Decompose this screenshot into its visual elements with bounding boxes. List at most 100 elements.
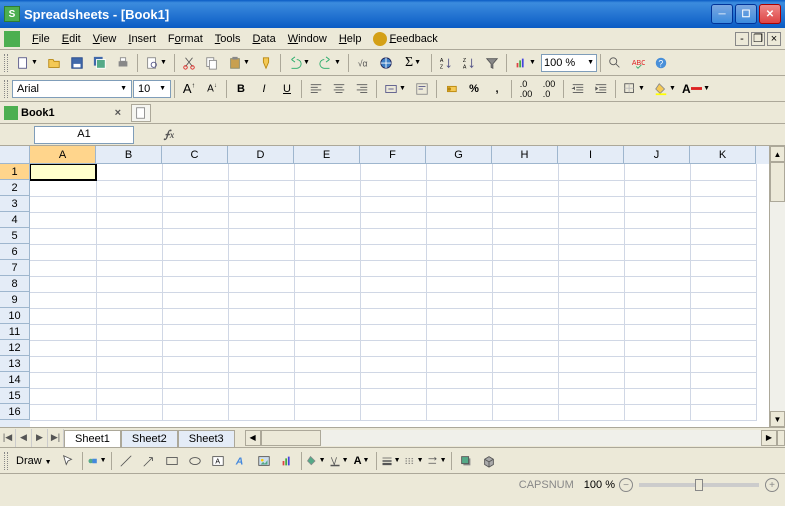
cell[interactable] (162, 212, 228, 228)
cell[interactable] (30, 388, 96, 404)
fx-icon[interactable]: ⨍x (164, 128, 174, 141)
cell[interactable] (558, 324, 624, 340)
cell[interactable] (30, 212, 96, 228)
cell[interactable] (96, 164, 162, 180)
zoom-slider-thumb[interactable] (695, 479, 703, 491)
arrow-button[interactable] (138, 450, 160, 472)
cell[interactable] (30, 340, 96, 356)
cell[interactable] (228, 276, 294, 292)
comma-button[interactable]: , (486, 78, 508, 100)
arrow-style-button[interactable]: ▼ (426, 450, 448, 472)
cell[interactable] (558, 196, 624, 212)
cell[interactable] (96, 340, 162, 356)
cell[interactable] (294, 372, 360, 388)
cell[interactable] (360, 356, 426, 372)
cell[interactable] (228, 244, 294, 260)
cell[interactable] (492, 180, 558, 196)
hscroll-thumb[interactable] (261, 430, 321, 446)
line-button[interactable] (115, 450, 137, 472)
toolbar-handle[interactable] (4, 452, 8, 470)
cell[interactable] (162, 292, 228, 308)
cell[interactable] (558, 388, 624, 404)
cell[interactable] (96, 308, 162, 324)
scroll-split-button[interactable] (777, 430, 785, 446)
cell[interactable] (228, 356, 294, 372)
column-header[interactable]: I (558, 146, 624, 164)
cell[interactable] (294, 308, 360, 324)
new-tab-button[interactable] (131, 104, 151, 122)
cell[interactable] (492, 292, 558, 308)
cell[interactable] (558, 308, 624, 324)
row-header[interactable]: 15 (0, 388, 30, 404)
cell[interactable] (294, 260, 360, 276)
cell[interactable] (228, 324, 294, 340)
cell[interactable] (624, 180, 690, 196)
cell[interactable] (426, 164, 492, 180)
function-button[interactable]: √α (352, 52, 374, 74)
zoom-combo[interactable]: 100 %▼ (541, 54, 597, 72)
cell[interactable] (426, 196, 492, 212)
print-preview-button[interactable]: ▼ (141, 52, 171, 74)
dash-style-button[interactable]: ▼ (403, 450, 425, 472)
line-color-button[interactable]: ▼ (328, 450, 350, 472)
fill-color-button[interactable]: ▼ (650, 78, 680, 100)
cell[interactable] (162, 340, 228, 356)
row-header[interactable]: 6 (0, 244, 30, 260)
row-header[interactable]: 12 (0, 340, 30, 356)
menu-file[interactable]: File (26, 31, 56, 47)
cell[interactable] (228, 308, 294, 324)
cell[interactable] (162, 308, 228, 324)
toolbar-handle[interactable] (4, 54, 8, 72)
cell[interactable] (294, 212, 360, 228)
row-header[interactable]: 9 (0, 292, 30, 308)
close-button[interactable]: ✕ (759, 4, 781, 24)
cell[interactable] (96, 324, 162, 340)
open-button[interactable] (43, 52, 65, 74)
cells-area[interactable] (30, 164, 769, 427)
percent-button[interactable]: % (463, 78, 485, 100)
cell[interactable] (228, 404, 294, 420)
doc-app-icon[interactable] (4, 31, 20, 47)
vscroll-thumb[interactable] (770, 162, 785, 202)
cell[interactable] (690, 244, 756, 260)
toolbar-handle[interactable] (4, 80, 8, 98)
cell[interactable] (558, 356, 624, 372)
cell[interactable] (690, 196, 756, 212)
cell[interactable] (360, 372, 426, 388)
column-header[interactable]: H (492, 146, 558, 164)
cell[interactable] (624, 164, 690, 180)
cell[interactable] (162, 372, 228, 388)
cell[interactable] (624, 212, 690, 228)
align-right-button[interactable] (351, 78, 373, 100)
cell[interactable] (558, 212, 624, 228)
doc-tab-close[interactable]: × (115, 107, 121, 119)
cell[interactable] (492, 164, 558, 180)
zoom-slider[interactable] (639, 483, 759, 487)
insert-picture-button[interactable] (253, 450, 275, 472)
cell[interactable] (30, 180, 96, 196)
undo-button[interactable]: ▼ (284, 52, 314, 74)
cell[interactable] (624, 276, 690, 292)
cell[interactable] (294, 196, 360, 212)
cell[interactable] (30, 196, 96, 212)
scroll-up-button[interactable]: ▲ (770, 146, 785, 162)
menu-feedback[interactable]: Feedback (367, 30, 443, 48)
cell[interactable] (624, 372, 690, 388)
row-header[interactable]: 16 (0, 404, 30, 420)
row-header[interactable]: 11 (0, 324, 30, 340)
column-header[interactable]: J (624, 146, 690, 164)
cell[interactable] (96, 372, 162, 388)
line-weight-button[interactable]: ▼ (380, 450, 402, 472)
redo-button[interactable]: ▼ (315, 52, 345, 74)
sheet-tab-2[interactable]: Sheet2 (121, 430, 178, 447)
cell[interactable] (162, 388, 228, 404)
column-header[interactable]: B (96, 146, 162, 164)
save-all-button[interactable] (89, 52, 111, 74)
menu-view[interactable]: View (87, 31, 123, 47)
cell[interactable] (294, 340, 360, 356)
cell[interactable] (558, 164, 624, 180)
cell[interactable] (426, 308, 492, 324)
cell[interactable] (624, 292, 690, 308)
cell[interactable] (492, 356, 558, 372)
insert-chart-button[interactable] (276, 450, 298, 472)
